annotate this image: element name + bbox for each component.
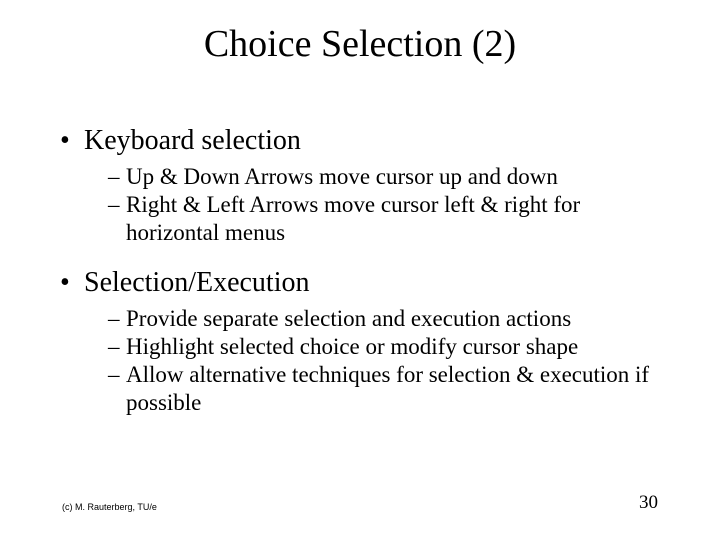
bullet-sub: – Allow alternative techniques for selec… [108,361,670,417]
dash-icon: – [108,333,126,361]
slide-title: Choice Selection (2) [0,22,720,66]
sub-text: Up & Down Arrows move cursor up and down [126,163,670,191]
slide: Choice Selection (2) • Keyboard selectio… [0,0,720,540]
bullet-dot-icon: • [60,267,84,299]
dash-icon: – [108,361,126,417]
bullet-dot-icon: • [60,125,84,157]
sub-group: – Up & Down Arrows move cursor up and do… [108,163,670,247]
bullet-main: • Keyboard selection [60,125,670,157]
bullet-text: Keyboard selection [84,125,301,157]
slide-number: 30 [639,492,658,514]
bullet-text: Selection/Execution [84,267,310,299]
bullet-main: • Selection/Execution [60,267,670,299]
slide-body: • Keyboard selection – Up & Down Arrows … [60,125,670,437]
sub-group: – Provide separate selection and executi… [108,305,670,417]
bullet-sub: – Up & Down Arrows move cursor up and do… [108,163,670,191]
bullet-sub: – Highlight selected choice or modify cu… [108,333,670,361]
dash-icon: – [108,305,126,333]
sub-text: Right & Left Arrows move cursor left & r… [126,191,670,247]
dash-icon: – [108,163,126,191]
bullet-sub: – Right & Left Arrows move cursor left &… [108,191,670,247]
sub-text: Allow alternative techniques for selecti… [126,361,670,417]
bullet-sub: – Provide separate selection and executi… [108,305,670,333]
sub-text: Highlight selected choice or modify curs… [126,333,670,361]
dash-icon: – [108,191,126,247]
sub-text: Provide separate selection and execution… [126,305,670,333]
footer-copyright: (c) M. Rauterberg, TU/e [62,502,157,512]
